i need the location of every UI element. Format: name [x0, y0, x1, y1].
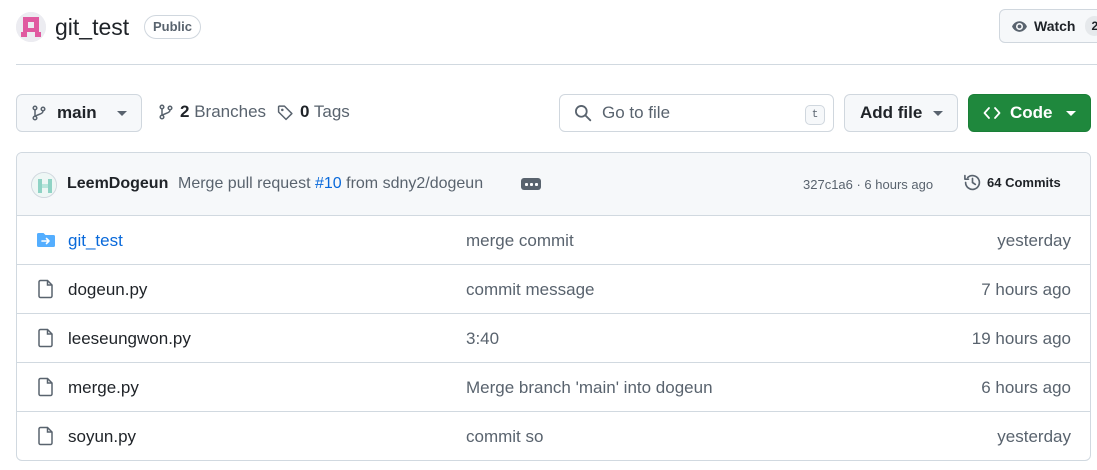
pixel-avatar-icon	[32, 173, 56, 197]
history-icon	[964, 174, 981, 191]
tags-link[interactable]: 0 Tags	[277, 102, 350, 122]
commit-message: Merge pull request #10 from sdny2/dogeun	[178, 175, 483, 193]
file-table: LeemDogeun Merge pull request #10 from s…	[16, 152, 1091, 461]
ellipsis-dot-icon	[524, 182, 528, 186]
eye-icon	[1012, 20, 1027, 32]
code-label: Code	[1010, 103, 1053, 122]
commit-message-prefix[interactable]: Merge pull request	[178, 175, 311, 192]
file-date: yesterday	[997, 427, 1071, 446]
commits-label: Commits	[1005, 175, 1061, 190]
commits-count: 64	[987, 175, 1002, 190]
file-name[interactable]: leeseungwon.py	[68, 329, 191, 349]
file-name[interactable]: merge.py	[68, 378, 139, 398]
file-date: 6 hours ago	[981, 378, 1071, 397]
table-row[interactable]: soyun.py commit so yesterday	[17, 412, 1090, 460]
expand-commit-message-button[interactable]	[521, 178, 541, 190]
latest-commit-bar: LeemDogeun Merge pull request #10 from s…	[17, 153, 1090, 216]
file-name[interactable]: soyun.py	[68, 427, 136, 447]
commit-message-suffix[interactable]: from sdny2/dogeun	[346, 175, 483, 192]
file-commit-message[interactable]: commit message	[466, 280, 594, 300]
git-branch-icon	[32, 105, 46, 121]
table-row[interactable]: dogeun.py commit message 7 hours ago	[17, 265, 1090, 314]
watch-label: Watch	[1034, 18, 1076, 34]
tags-label: Tags	[313, 102, 350, 121]
tags-count: 0	[300, 102, 310, 121]
table-row[interactable]: git_test merge commit yesterday	[17, 216, 1090, 265]
commit-sha-and-time[interactable]: 327c1a6 · 6 hours ago	[803, 177, 933, 192]
header-divider	[16, 64, 1097, 65]
add-file-label: Add file	[860, 103, 923, 122]
search-icon	[575, 105, 592, 122]
chevron-down-icon	[117, 111, 127, 116]
table-row[interactable]: merge.py Merge branch 'main' into dogeun…	[17, 363, 1090, 412]
tag-icon	[277, 104, 293, 120]
file-commit-message[interactable]: commit so	[466, 427, 543, 447]
watch-count: 2	[1085, 16, 1097, 36]
ellipsis-dot-icon	[529, 182, 533, 186]
file-icon	[38, 279, 53, 299]
folder-symlink-icon	[37, 233, 55, 247]
branches-label: Branches	[194, 102, 267, 121]
pull-request-link[interactable]: #10	[315, 175, 342, 192]
file-commit-message[interactable]: Merge branch 'main' into dogeun	[466, 378, 713, 398]
git-branch-icon	[159, 104, 173, 120]
visibility-badge: Public	[144, 15, 202, 39]
avatar[interactable]	[31, 172, 57, 198]
repo-header: git_test Public Watch 2	[16, 9, 1097, 46]
repo-owner-avatar[interactable]	[16, 12, 46, 42]
go-to-file-search[interactable]: t	[559, 94, 834, 132]
file-name[interactable]: git_test	[68, 231, 123, 251]
file-icon	[38, 328, 53, 348]
search-input[interactable]	[602, 103, 792, 123]
commit-author[interactable]: LeemDogeun	[67, 175, 168, 193]
ellipsis-dot-icon	[534, 182, 538, 186]
file-date: 7 hours ago	[981, 280, 1071, 299]
keyboard-shortcut-hint: t	[805, 105, 825, 125]
chevron-down-icon	[1066, 111, 1076, 116]
branches-link[interactable]: 2 Branches	[158, 102, 266, 122]
file-commit-message[interactable]: 3:40	[466, 329, 499, 349]
repo-name[interactable]: git_test	[55, 14, 129, 41]
file-name[interactable]: dogeun.py	[68, 280, 147, 300]
watch-button[interactable]: Watch 2	[999, 9, 1097, 43]
file-icon	[38, 426, 53, 446]
commits-history-link[interactable]: 64 Commits	[963, 173, 1061, 192]
code-icon	[983, 107, 1001, 119]
code-button[interactable]: Code	[968, 94, 1091, 132]
pixel-avatar-icon	[16, 12, 46, 42]
chevron-down-icon	[933, 111, 943, 116]
table-row[interactable]: leeseungwon.py 3:40 19 hours ago	[17, 314, 1090, 363]
add-file-button[interactable]: Add file	[844, 94, 958, 132]
file-date: 19 hours ago	[971, 329, 1071, 348]
branch-name: main	[57, 103, 97, 122]
branch-selector-button[interactable]: main	[16, 94, 142, 132]
file-commit-message[interactable]: merge commit	[466, 231, 574, 251]
branches-count: 2	[180, 102, 190, 121]
file-icon	[38, 377, 53, 397]
file-date: yesterday	[997, 231, 1071, 250]
